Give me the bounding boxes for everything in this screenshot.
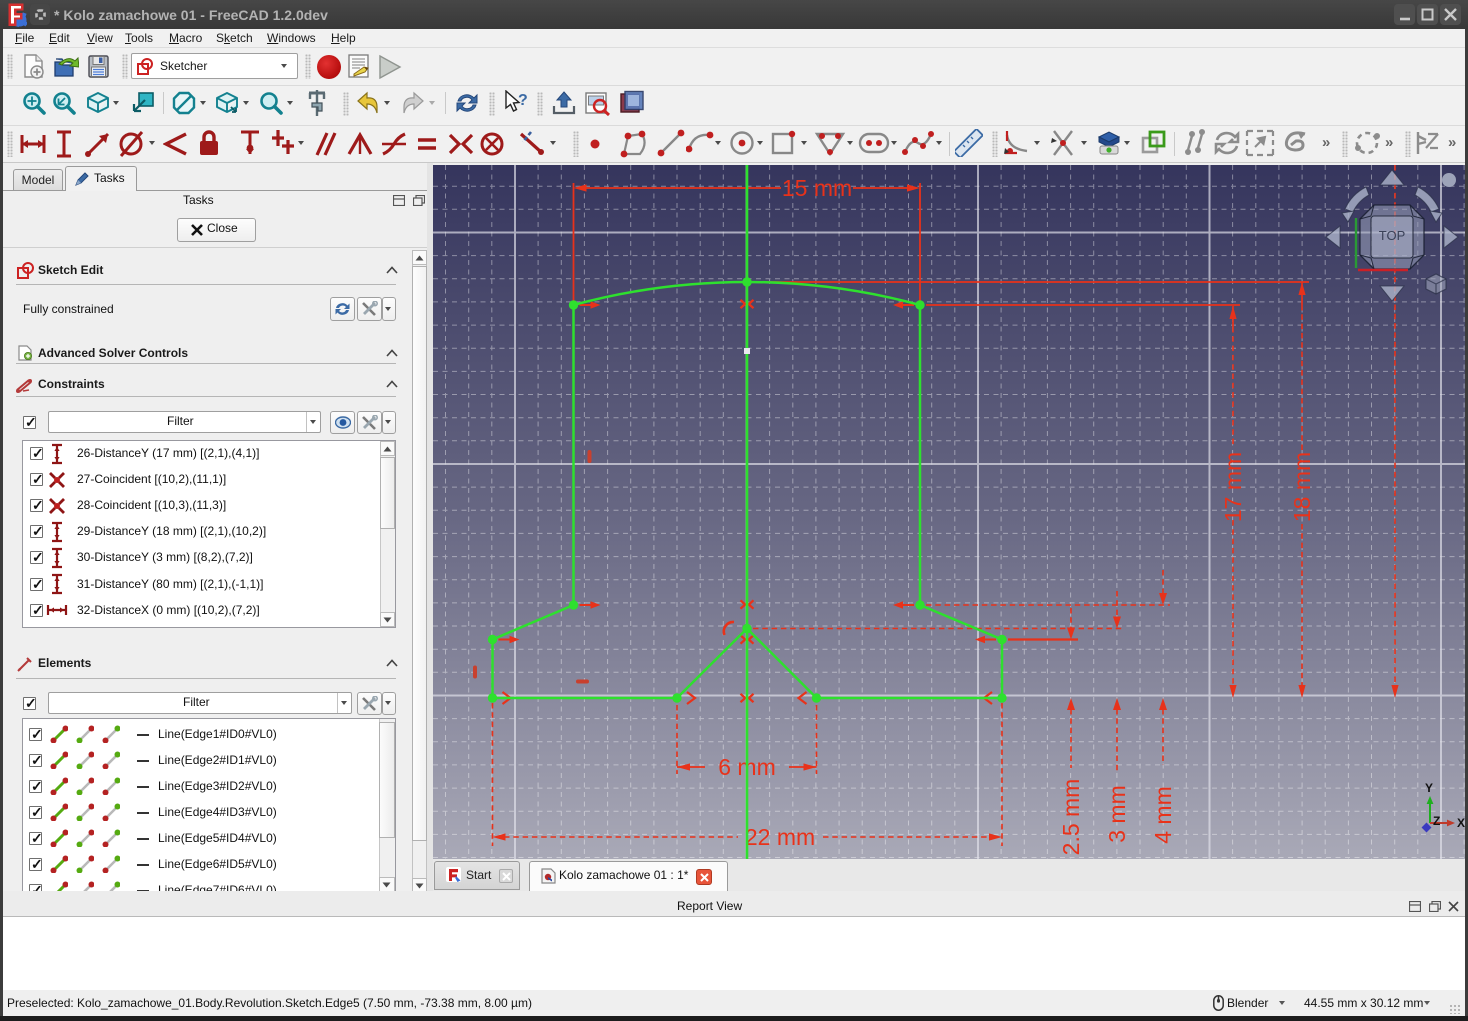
svg-text:TOP: TOP [1379,228,1406,243]
svg-text:15 mm: 15 mm [782,175,852,201]
svg-text:4 mm: 4 mm [1150,786,1176,844]
svg-text:X: X [1457,816,1465,830]
svg-text:Z: Z [1433,814,1440,828]
svg-text:?: ? [518,92,528,109]
svg-text:3 mm: 3 mm [1104,785,1130,843]
svg-text:2.5 mm: 2.5 mm [1058,779,1084,856]
svg-text:22 mm: 22 mm [745,824,815,850]
svg-text:17 mm: 17 mm [1220,452,1246,522]
svg-text:18 mm: 18 mm [1289,452,1315,522]
svg-text:Y: Y [1425,781,1433,795]
